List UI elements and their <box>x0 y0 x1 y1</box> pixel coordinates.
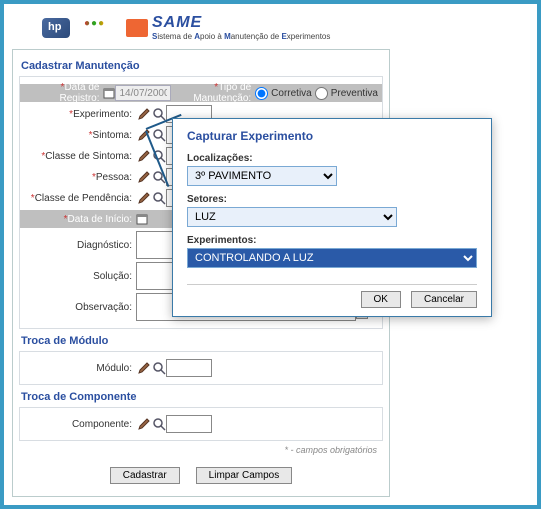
label-data-registro: Data de Registro: <box>24 82 103 104</box>
label-setores: Setores: <box>187 194 477 205</box>
search-sintoma-icon[interactable] <box>152 128 166 142</box>
label-modulo: Módulo: <box>24 363 136 374</box>
label-pessoa: Pessoa: <box>24 172 136 183</box>
label-data-inicio: Data de Início: <box>24 214 136 225</box>
search-componente-icon[interactable] <box>152 417 166 431</box>
cadastrar-button[interactable]: Cadastrar <box>110 467 180 484</box>
required-note: * - campos obrigatórios <box>19 441 383 457</box>
pencil-icon <box>138 171 150 183</box>
same-logo: SAME Sistema de Apoio à Manutenção de Ex… <box>126 14 330 41</box>
pencil-icon <box>138 108 150 120</box>
ok-button[interactable]: OK <box>361 291 401 308</box>
input-modulo[interactable] <box>166 359 212 377</box>
search-classe-pendencia-icon[interactable] <box>152 191 166 205</box>
dialog-title: Capturar Experimento <box>187 129 477 143</box>
label-classe-sintoma: Classe de Sintoma: <box>24 151 136 162</box>
label-diagnostico: Diagnóstico: <box>24 240 136 251</box>
select-localizacoes[interactable]: 3º PAVIMENTO <box>187 166 337 186</box>
search-classe-sintoma-icon[interactable] <box>152 149 166 163</box>
form-buttons: Cadastrar Limpar Campos <box>19 457 383 488</box>
flag-icon <box>126 19 148 37</box>
section-title-modulo: Troca de Módulo <box>19 329 383 351</box>
calendar-icon[interactable] <box>103 87 115 99</box>
radio-corretiva-label: Corretiva <box>271 88 312 99</box>
section-modulo: Módulo: <box>19 351 383 385</box>
app-title: SAME <box>152 14 330 32</box>
pencil-icon <box>138 192 150 204</box>
section-title-componente: Troca de Componente <box>19 385 383 407</box>
radio-preventiva[interactable] <box>315 87 328 100</box>
partner-logo <box>84 18 112 38</box>
label-componente: Componente: <box>24 419 136 430</box>
select-experimentos[interactable]: CONTROLANDO A LUZ <box>187 248 477 268</box>
pencil-icon <box>138 362 150 374</box>
input-componente[interactable] <box>166 415 212 433</box>
label-sintoma: Sintoma: <box>24 130 136 141</box>
app-header: SAME Sistema de Apoio à Manutenção de Ex… <box>12 10 529 47</box>
label-observacao: Observação: <box>24 302 136 313</box>
pencil-icon <box>138 418 150 430</box>
capturar-experimento-dialog: Capturar Experimento Localizações: 3º PA… <box>172 118 492 317</box>
pencil-icon <box>138 150 150 162</box>
search-experimento-icon[interactable] <box>152 107 166 121</box>
cancelar-button[interactable]: Cancelar <box>411 291 477 308</box>
hp-logo <box>42 18 70 38</box>
app-subtitle: Sistema de Apoio à Manutenção de Experim… <box>152 32 330 41</box>
section-componente: Componente: <box>19 407 383 441</box>
label-experimentos: Experimentos: <box>187 235 477 246</box>
label-tipo-manut: Tipo de Manutenção: <box>171 82 255 104</box>
row-componente: Componente: <box>24 415 378 433</box>
label-localizacoes: Localizações: <box>187 153 477 164</box>
input-data-registro <box>115 85 171 101</box>
section-title-manutencao: Cadastrar Manutenção <box>19 54 383 76</box>
pencil-icon <box>138 129 150 141</box>
search-modulo-icon[interactable] <box>152 361 166 375</box>
select-setores[interactable]: LUZ <box>187 207 397 227</box>
label-experimento: Experimento: <box>24 109 136 120</box>
limpar-button[interactable]: Limpar Campos <box>196 467 293 484</box>
label-classe-pendencia: Classe de Pendência: <box>24 193 136 204</box>
row-data-registro: Data de Registro: Tipo de Manutenção: Co… <box>20 84 382 102</box>
search-pessoa-icon[interactable] <box>152 170 166 184</box>
radio-corretiva[interactable] <box>255 87 268 100</box>
radio-preventiva-label: Preventiva <box>331 88 378 99</box>
label-solucao: Solução: <box>24 271 136 282</box>
calendar-icon[interactable] <box>136 213 148 225</box>
row-modulo: Módulo: <box>24 359 378 377</box>
